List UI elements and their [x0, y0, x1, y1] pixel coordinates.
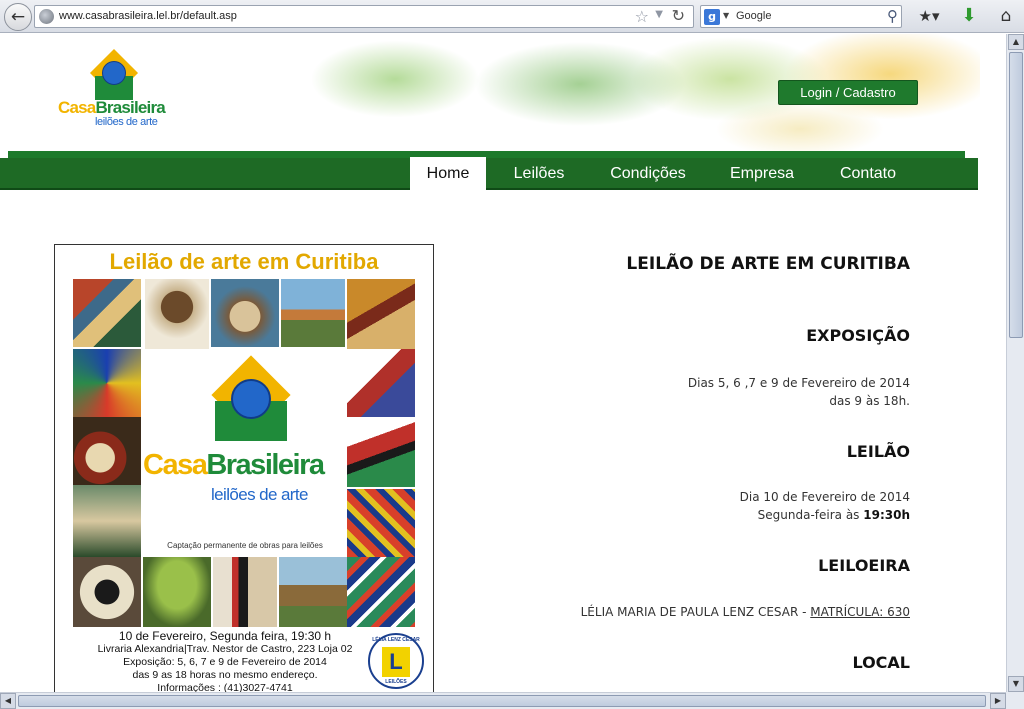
bookmarks-icon[interactable]: ★▾ — [912, 5, 946, 27]
leiloeira-name-text: LÉLIA MARIA DE PAULA LENZ CESAR - — [580, 605, 811, 619]
logo-subtitle: leilões de arte — [95, 116, 158, 128]
artwork-tile — [347, 489, 415, 557]
back-arrow-icon[interactable]: ← — [4, 3, 32, 31]
artwork-tile — [347, 557, 415, 627]
exposicao-hours: das 9 às 18h. — [829, 394, 910, 408]
logo-brand-casa: Casa — [58, 98, 96, 117]
artwork-tile — [145, 279, 209, 349]
poster-tagline: Captação permanente de obras para leilõe… — [167, 541, 323, 550]
artwork-tile — [73, 557, 141, 627]
leilao-time: Segunda-feira às 19:30h — [758, 508, 910, 522]
artwork-tile — [73, 279, 141, 347]
poster-title: Leilão de arte em Curitiba — [109, 249, 379, 274]
local-heading: LOCAL — [852, 653, 910, 672]
stamp-letter: L — [382, 647, 410, 677]
exposicao-dates: Dias 5, 6 ,7 e 9 de Fevereiro de 2014 — [687, 376, 910, 390]
logo-globe — [102, 61, 126, 85]
artwork-tile — [213, 557, 277, 627]
site-logo[interactable]: CasaBrasileira leilões de arte — [58, 48, 168, 129]
artwork-tile — [281, 279, 345, 347]
nav-item-empresa[interactable]: Empresa — [716, 158, 808, 190]
poster-info-line: das 9 as 18 horas no mesmo endereço. — [132, 669, 318, 681]
poster-logo: CasaBrasileira leilões de arte — [143, 355, 353, 531]
poster-info-line: 10 de Fevereiro, Segunda feira, 19:30 h — [118, 629, 332, 643]
magnifier-icon[interactable]: ⚲ — [887, 7, 898, 25]
home-icon[interactable]: ⌂ — [994, 5, 1018, 27]
url-text[interactable]: www.casabrasileira.lel.br/default.asp — [59, 10, 237, 22]
search-engine-dropdown-icon[interactable]: ▼ — [723, 11, 729, 20]
poster-info-line: Informações : (41)3027-4741 — [157, 682, 293, 692]
leilao-heading: LEILÃO — [846, 442, 910, 461]
horizontal-scroll-thumb[interactable] — [18, 695, 986, 707]
leiloeira-name: LÉLIA MARIA DE PAULA LENZ CESAR - MATRÍC… — [581, 605, 910, 619]
search-placeholder[interactable]: Google — [736, 10, 771, 22]
download-arrow-icon[interactable]: ⬇ — [958, 5, 980, 27]
star-icon[interactable]: ☆ — [635, 7, 649, 26]
auction-poster[interactable]: Leilão de arte em Curitiba CasaBrasileir… — [54, 244, 434, 692]
logo-brand: CasaBrasileira — [58, 98, 166, 118]
stamp-text: LÉLIA LENZ CESAR — [372, 637, 420, 643]
artwork-tile — [279, 557, 347, 627]
scroll-up-arrow-icon[interactable]: ▲ — [1008, 34, 1024, 50]
artwork-tile — [347, 419, 415, 487]
dropdown-arrow-icon[interactable]: ▼ — [655, 9, 663, 20]
auctioneer-stamp: LÉLIA LENZ CESAR L LEILÕES — [368, 633, 424, 689]
artwork-tile — [73, 349, 141, 417]
scrollbar-corner — [1006, 692, 1024, 709]
scroll-right-arrow-icon[interactable]: ▶ — [990, 693, 1006, 709]
nav-top-stripe — [8, 151, 965, 158]
artwork-tile — [143, 557, 211, 627]
artwork-tile — [347, 279, 415, 349]
address-bar[interactable]: www.casabrasileira.lel.br/default.asp ☆ … — [34, 5, 694, 28]
leiloeira-heading: LEILOEIRA — [818, 556, 910, 575]
main-nav: Home Leilões Condições Empresa Contato — [0, 157, 978, 191]
vertical-scrollbar[interactable]: ▲ ▼ — [1006, 34, 1024, 692]
poster-brand-casa: Casa — [143, 449, 208, 481]
logo-brand-brasileira: Brasileira — [95, 98, 165, 117]
globe-icon — [39, 9, 54, 24]
nav-item-home[interactable]: Home — [410, 157, 486, 191]
poster-brand-brasileira: Brasileira — [206, 449, 325, 481]
browser-toolbar: ← www.casabrasileira.lel.br/default.asp … — [0, 0, 1024, 33]
scroll-down-arrow-icon[interactable]: ▼ — [1008, 676, 1024, 692]
artwork-tile — [73, 485, 141, 557]
stamp-bottom-text: LEILÕES — [385, 679, 407, 685]
matricula-link[interactable]: MATRÍCULA: 630 — [810, 605, 910, 619]
poster-logo-brand: CasaBrasileira — [143, 449, 325, 482]
page-title: LEILÃO DE ARTE EM CURITIBA — [626, 254, 910, 274]
leilao-time-prefix: Segunda-feira às — [757, 508, 864, 522]
google-icon[interactable]: g — [704, 9, 720, 25]
leilao-time-value: 19:30h — [863, 508, 910, 522]
poster-info: 10 de Fevereiro, Segunda feira, 19:30 h … — [75, 629, 375, 693]
artwork-tile — [73, 417, 141, 485]
nav-item-leiloes[interactable]: Leilões — [498, 158, 580, 190]
exposicao-heading: EXPOSIÇÃO — [806, 326, 910, 345]
artwork-tile — [347, 349, 415, 417]
nav-item-condicoes[interactable]: Condições — [596, 158, 700, 190]
nav-item-contato[interactable]: Contato — [824, 158, 912, 190]
reload-icon[interactable]: ↻ — [672, 6, 685, 25]
scroll-left-arrow-icon[interactable]: ◀ — [0, 693, 16, 709]
search-bar[interactable]: g ▼ Google ⚲ — [700, 5, 902, 28]
leilao-date: Dia 10 de Fevereiro de 2014 — [739, 490, 910, 504]
vertical-scroll-thumb[interactable] — [1009, 52, 1023, 338]
login-button[interactable]: Login / Cadastro — [778, 80, 918, 105]
poster-logo-subtitle: leilões de arte — [211, 485, 308, 504]
horizontal-scrollbar[interactable]: ◀ ▶ — [0, 692, 1006, 709]
poster-info-line: Exposição: 5, 6, 7 e 9 de Fevereiro de 2… — [123, 656, 327, 668]
artwork-tile — [211, 279, 279, 347]
poster-info-line: Livraria Alexandria|Trav. Nestor de Cast… — [97, 643, 353, 655]
poster-logo-globe — [231, 379, 271, 419]
web-page: CasaBrasileira leilões de arte Login / C… — [0, 34, 1006, 692]
